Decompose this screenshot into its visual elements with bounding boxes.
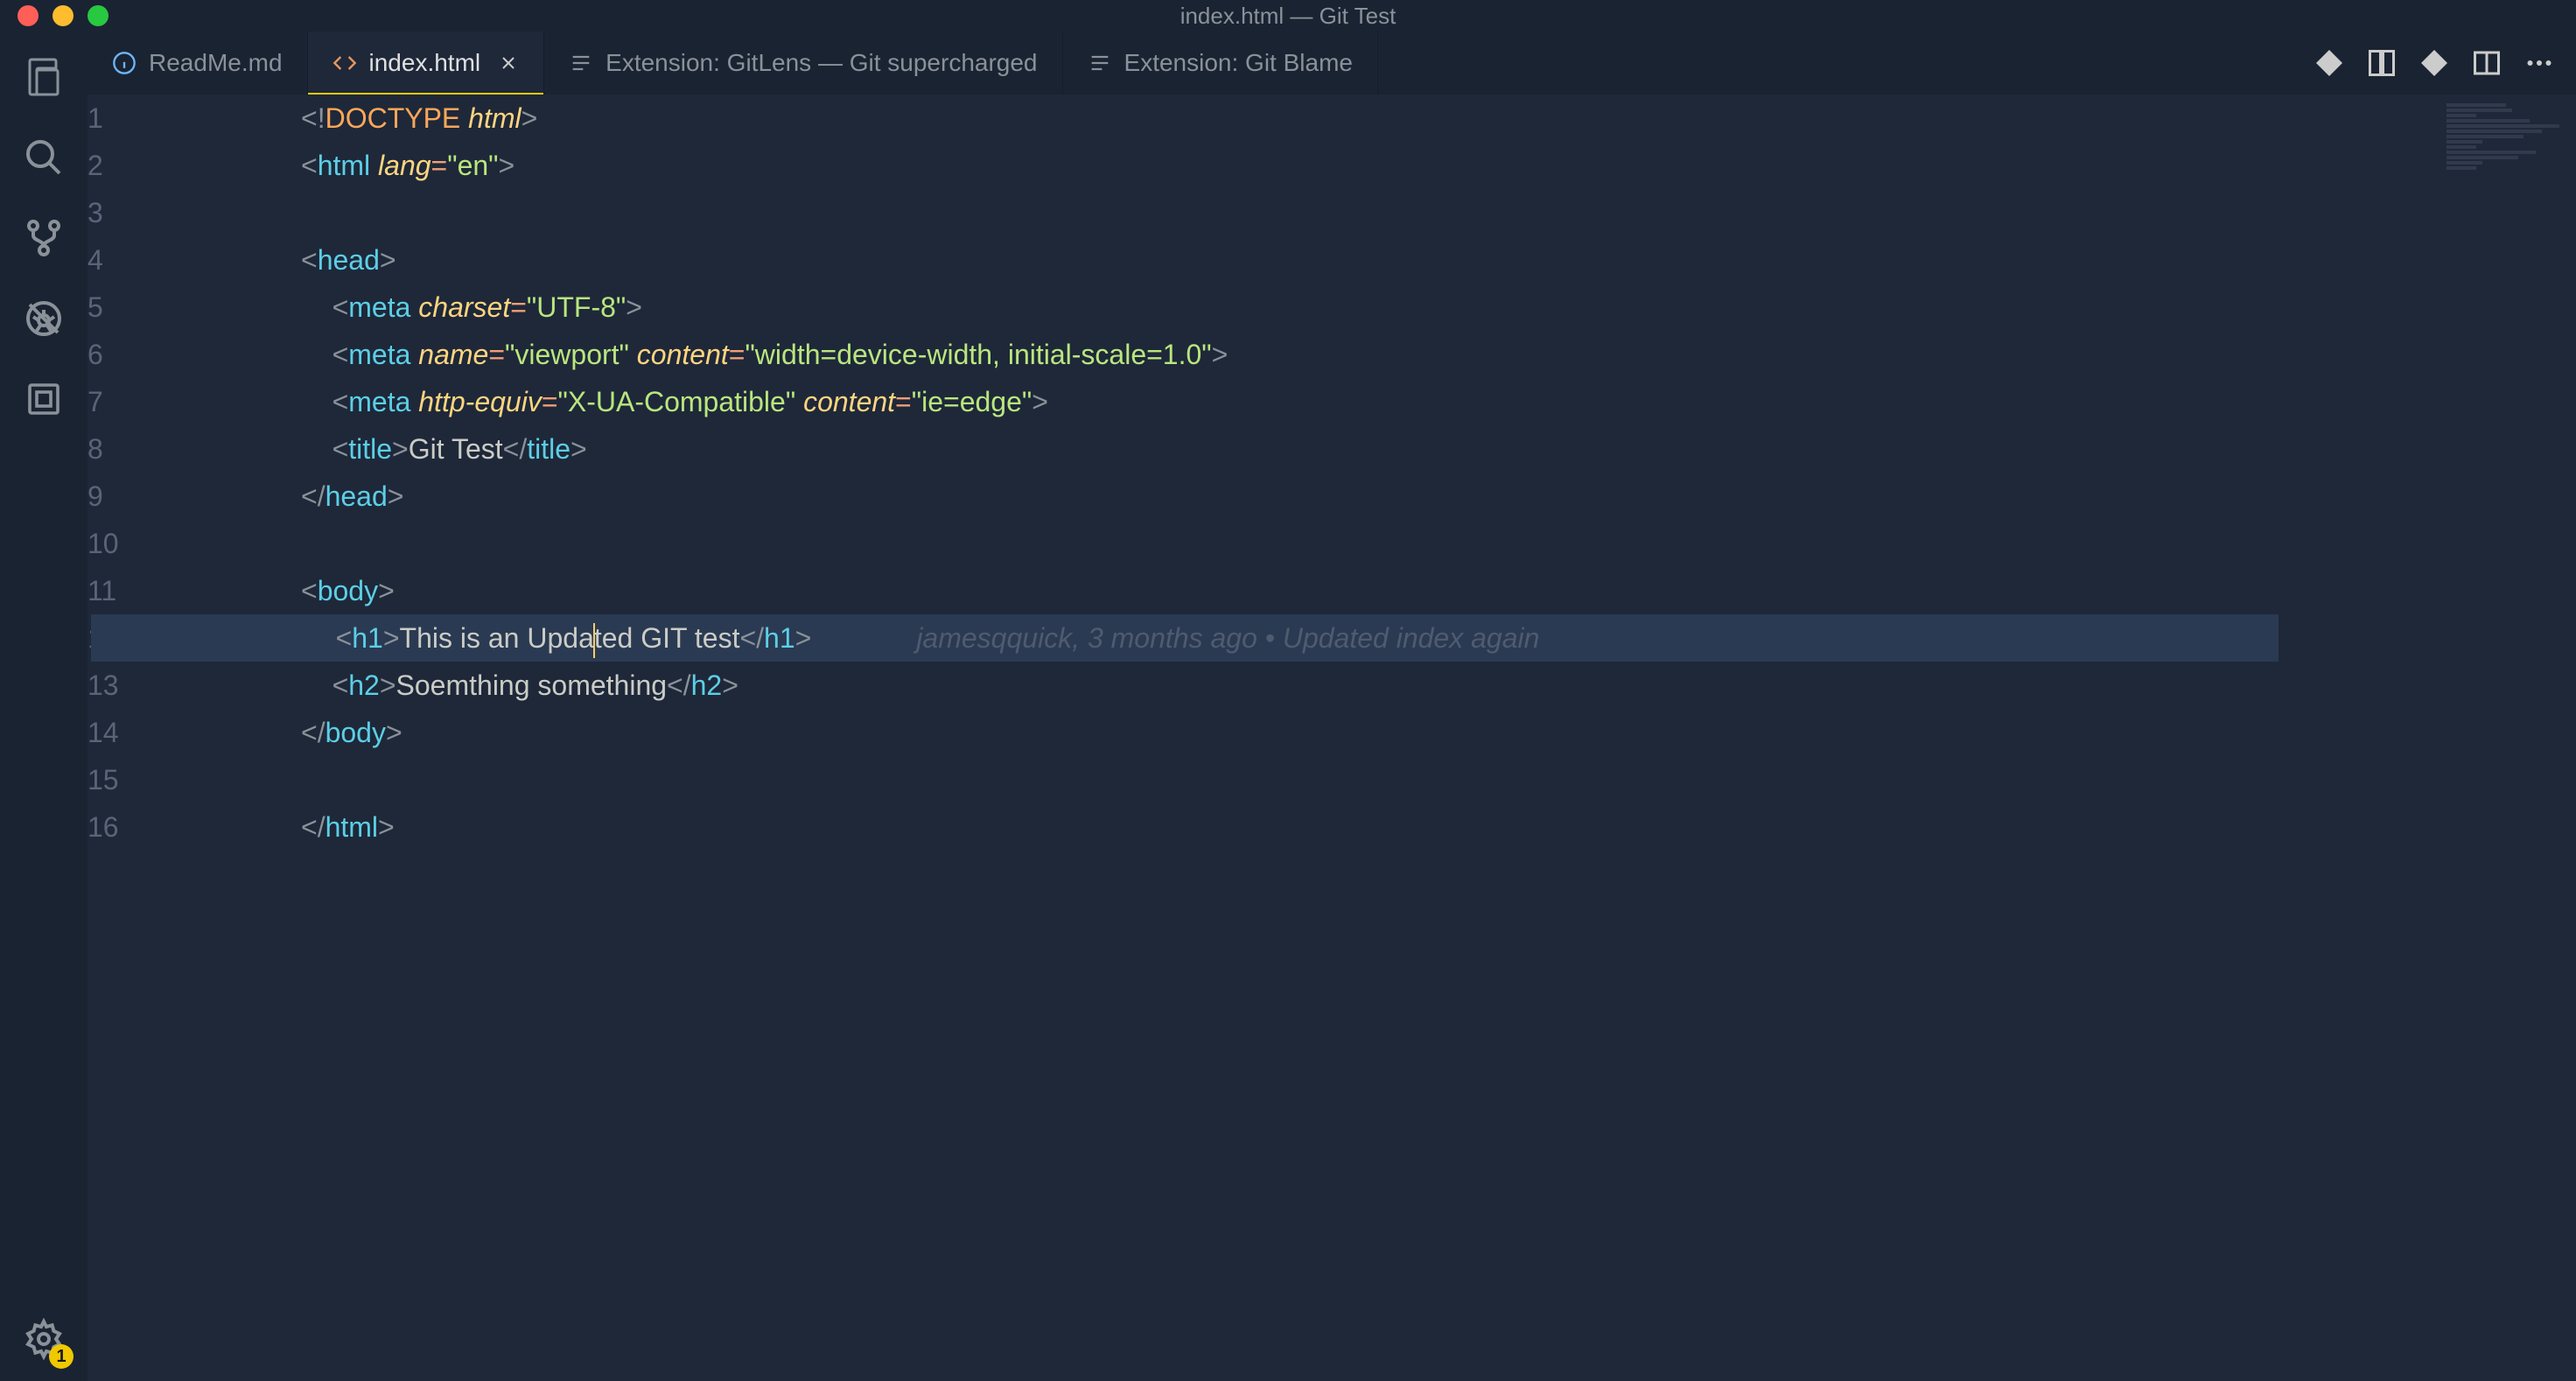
window-close-button[interactable]: [18, 5, 38, 26]
line-number: 2: [88, 142, 262, 189]
code-line[interactable]: <meta http-equiv="X-UA-Compatible" conte…: [301, 378, 2436, 425]
git-blame-annotation: jamesqquick, 3 months ago • Updated inde…: [916, 622, 1539, 654]
more-icon[interactable]: [2524, 47, 2555, 79]
code-line[interactable]: <body>: [301, 567, 2436, 614]
settings-badge: 1: [49, 1344, 74, 1369]
line-number: 5: [88, 284, 262, 331]
tab-readme[interactable]: ReadMe.md: [88, 32, 308, 95]
line-number: 7: [88, 378, 262, 425]
line-number: 1: [88, 95, 262, 142]
minimap[interactable]: [2436, 95, 2576, 1381]
line-number-gutter: 12345678910111213141516: [88, 95, 298, 1381]
list-icon: [569, 51, 593, 75]
editor-area: ReadMe.md index.html Extension: GitLens …: [88, 32, 2576, 1381]
code-line[interactable]: [301, 756, 2436, 803]
code-icon: [332, 51, 357, 75]
code-line[interactable]: <h1>This is an Updated GIT test</h1>jame…: [91, 614, 2278, 662]
list-icon: [1088, 51, 1112, 75]
search-icon[interactable]: [19, 133, 68, 182]
window-maximize-button[interactable]: [88, 5, 108, 26]
window-controls: [0, 5, 108, 26]
tab-index-html[interactable]: index.html: [308, 32, 545, 95]
code-line[interactable]: </html>: [301, 803, 2436, 851]
tab-gitlens[interactable]: Extension: GitLens — Git supercharged: [544, 32, 1062, 95]
code-line[interactable]: <meta name="viewport" content="width=dev…: [301, 331, 2436, 378]
split-icon[interactable]: [2471, 47, 2502, 79]
activity-bar: 1: [0, 32, 88, 1381]
line-number: 3: [88, 189, 262, 236]
window-title: index.html — Git Test: [1180, 3, 1396, 30]
code-line[interactable]: <h2>Soemthing something</h2>: [301, 662, 2436, 709]
editor-actions: [2314, 32, 2576, 95]
code-line[interactable]: <html lang="en">: [301, 142, 2436, 189]
line-number: 8: [88, 425, 262, 473]
tab-label: index.html: [369, 49, 481, 77]
line-number: 14: [88, 709, 262, 756]
code-line[interactable]: [301, 520, 2436, 567]
code-content[interactable]: <!DOCTYPE html><html lang="en"> <head> <m…: [298, 95, 2436, 1381]
info-icon: [112, 51, 136, 75]
line-number: 16: [88, 803, 262, 851]
main-layout: 1 ReadMe.md index.html Extension: GitLen…: [0, 32, 2576, 1381]
code-line[interactable]: <meta charset="UTF-8">: [301, 284, 2436, 331]
source-control-icon[interactable]: [19, 214, 68, 263]
title-bar: index.html — Git Test: [0, 0, 2576, 32]
compare-icon[interactable]: [2366, 47, 2398, 79]
settings-icon[interactable]: 1: [19, 1314, 68, 1363]
line-number: 9: [88, 473, 262, 520]
code-editor[interactable]: 12345678910111213141516 <!DOCTYPE html><…: [88, 95, 2576, 1381]
line-number: 4: [88, 236, 262, 284]
code-line[interactable]: </body>: [301, 709, 2436, 756]
tab-label: Extension: GitLens — Git supercharged: [606, 49, 1037, 77]
line-number: 11: [88, 567, 262, 614]
tab-label: ReadMe.md: [149, 49, 283, 77]
code-line[interactable]: <title>Git Test</title>: [301, 425, 2436, 473]
diamond-icon[interactable]: [2314, 47, 2345, 79]
window-minimize-button[interactable]: [52, 5, 74, 26]
tab-bar: ReadMe.md index.html Extension: GitLens …: [88, 32, 2576, 95]
close-icon[interactable]: [498, 53, 519, 74]
code-line[interactable]: <head>: [301, 236, 2436, 284]
line-number: 15: [88, 756, 262, 803]
diamond-alt-icon[interactable]: [2418, 47, 2450, 79]
tab-git-blame[interactable]: Extension: Git Blame: [1063, 32, 1378, 95]
code-line[interactable]: </head>: [301, 473, 2436, 520]
line-number: 6: [88, 331, 262, 378]
code-line[interactable]: <!DOCTYPE html>: [301, 95, 2436, 142]
explorer-icon[interactable]: [19, 53, 68, 102]
debug-icon[interactable]: [19, 294, 68, 343]
code-line[interactable]: [301, 189, 2436, 236]
extensions-icon[interactable]: [19, 375, 68, 424]
line-number: 13: [88, 662, 262, 709]
line-number: 10: [88, 520, 262, 567]
tab-label: Extension: Git Blame: [1124, 49, 1353, 77]
